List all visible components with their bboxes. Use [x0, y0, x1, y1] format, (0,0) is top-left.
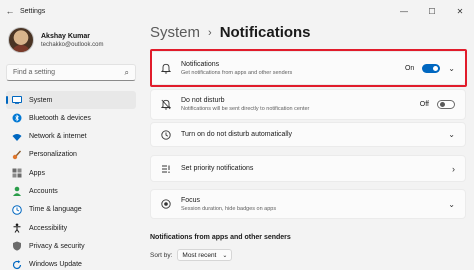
minimize-icon[interactable]: —: [390, 0, 418, 22]
do-not-disturb-toggle[interactable]: [437, 100, 455, 109]
sort-by: Sort by: Most recent ⌄: [150, 249, 233, 261]
priority-icon: [159, 164, 173, 174]
sidebar-item-label: System: [29, 96, 53, 104]
sidebar-item-label: Privacy & security: [29, 242, 85, 250]
chevron-right-icon[interactable]: ›: [452, 164, 455, 174]
update-icon: [12, 259, 22, 270]
user-profile[interactable]: Akshay Kumar techakko@outlook.com: [8, 27, 103, 53]
notifications-toggle[interactable]: [422, 63, 441, 73]
sidebar-item-network[interactable]: Network & internet: [6, 128, 136, 146]
shield-icon: [12, 241, 22, 251]
card-subtitle: Session duration, hide badges on apps: [181, 205, 277, 212]
search-placeholder: Find a setting: [13, 69, 56, 76]
sidebar-item-label: Network & internet: [29, 133, 87, 141]
brush-icon: [12, 150, 22, 160]
sort-label: Sort by:: [150, 251, 173, 259]
sidebar-item-label: Bluetooth & devices: [29, 114, 91, 122]
card-title: Focus: [181, 196, 201, 204]
breadcrumb-parent[interactable]: System: [150, 24, 200, 41]
clock-icon: [159, 129, 173, 140]
bell-off-icon: [159, 99, 173, 110]
sort-value: Most recent: [182, 251, 217, 259]
title-bar: ← Settings — ☐ ✕: [0, 0, 474, 22]
sort-dropdown[interactable]: Most recent ⌄: [177, 249, 233, 261]
bluetooth-icon: [12, 113, 22, 123]
wifi-icon: [12, 132, 22, 142]
maximize-icon[interactable]: ☐: [418, 0, 446, 22]
sidebar-item-accounts[interactable]: Accounts: [6, 182, 136, 200]
page-title: Notifications: [219, 24, 311, 41]
window-controls: — ☐ ✕: [390, 0, 474, 22]
toggle-state-label: On: [404, 64, 415, 72]
toggle-state-label: Off: [419, 101, 429, 108]
profile-name: Akshay Kumar: [41, 32, 91, 40]
window-title: Settings: [20, 7, 46, 15]
chevron-down-icon[interactable]: ⌄: [448, 200, 455, 209]
card-subtitle: Get notifications from apps and other se…: [181, 69, 293, 76]
sidebar-item-time-language[interactable]: Time & language: [6, 201, 136, 219]
sidebar-item-label: Time & language: [29, 206, 82, 214]
breadcrumb: System › Notifications: [150, 24, 311, 41]
close-icon[interactable]: ✕: [446, 0, 474, 22]
sidebar-item-apps[interactable]: Apps: [6, 164, 136, 182]
focus-card[interactable]: Focus Session duration, hide badges on a…: [150, 189, 466, 219]
sidebar-item-privacy-security[interactable]: Privacy & security: [6, 237, 136, 255]
chevron-down-icon: ⌄: [222, 252, 228, 259]
sidebar-item-label: Apps: [29, 169, 45, 177]
card-title: Set priority notifications: [181, 165, 254, 172]
card-subtitle: Notifications will be sent directly to n…: [181, 106, 310, 112]
focus-icon: [159, 199, 173, 209]
chevron-down-icon[interactable]: ⌄: [448, 64, 455, 73]
notifications-card[interactable]: Notifications Get notifications from app…: [150, 51, 466, 85]
profile-email: techakko@outlook.com: [41, 41, 104, 48]
accessibility-icon: [12, 223, 22, 233]
apps-icon: [12, 168, 22, 178]
search-input[interactable]: Find a setting ⌕: [6, 64, 136, 81]
sidebar-item-label: Personalization: [29, 151, 77, 159]
dnd-automatic-card[interactable]: Turn on do not disturb automatically ⌄: [150, 122, 466, 147]
back-arrow-icon[interactable]: ←: [0, 0, 20, 22]
system-icon: [12, 95, 22, 105]
sidebar-item-accessibility[interactable]: Accessibility: [6, 219, 136, 237]
card-title: Notifications: [181, 60, 220, 68]
do-not-disturb-card: Do not disturb Notifications will be sen…: [150, 89, 466, 120]
globe-clock-icon: [12, 204, 22, 215]
priority-notifications-card[interactable]: Set priority notifications ›: [150, 155, 466, 182]
section-heading: Notifications from apps and other sender…: [150, 234, 291, 241]
sidebar-nav: System Bluetooth & devices Network & int…: [6, 91, 136, 270]
card-title: Turn on do not disturb automatically: [181, 131, 293, 138]
chevron-right-icon: ›: [208, 26, 212, 39]
sidebar-item-label: Accessibility: [29, 224, 68, 232]
sidebar-item-system[interactable]: System: [6, 91, 136, 109]
sidebar-item-personalization[interactable]: Personalization: [6, 146, 136, 164]
avatar: [8, 27, 34, 53]
card-title: Do not disturb: [181, 97, 225, 104]
sidebar-item-label: Accounts: [29, 187, 58, 195]
person-icon: [12, 186, 22, 197]
bell-icon: [159, 63, 173, 74]
search-icon: ⌕: [124, 68, 129, 77]
sidebar-item-label: Windows Update: [29, 261, 82, 269]
chevron-down-icon[interactable]: ⌄: [448, 130, 455, 139]
sidebar-item-windows-update[interactable]: Windows Update: [6, 256, 136, 270]
sidebar-item-bluetooth[interactable]: Bluetooth & devices: [6, 109, 136, 127]
